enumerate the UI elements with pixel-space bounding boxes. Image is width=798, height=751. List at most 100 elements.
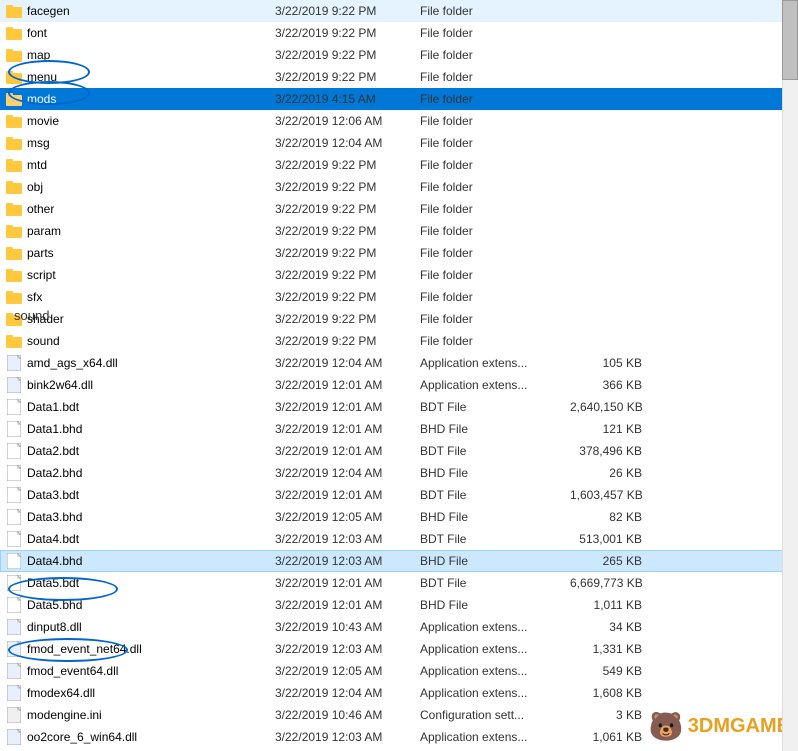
file-size: 366 KB: [570, 378, 650, 392]
file-type: File folder: [420, 202, 570, 216]
file-type: File folder: [420, 136, 570, 150]
file-icon: [5, 376, 23, 394]
file-date: 3/22/2019 10:46 AM: [275, 708, 420, 722]
file-name: sfx: [27, 290, 42, 304]
file-date: 3/22/2019 9:22 PM: [275, 48, 420, 62]
file-date: 3/22/2019 9:22 PM: [275, 290, 420, 304]
file-type: BDT File: [420, 576, 570, 590]
table-row[interactable]: Data1.bdt3/22/2019 12:01 AMBDT File2,640…: [0, 396, 798, 418]
table-row[interactable]: fmod_event_net64.dll3/22/2019 12:03 AMAp…: [0, 638, 798, 660]
folder-icon: [5, 90, 23, 108]
table-row[interactable]: sound3/22/2019 9:22 PMFile folder: [0, 330, 798, 352]
table-row[interactable]: Data4.bhd3/22/2019 12:03 AMBHD File265 K…: [0, 550, 798, 572]
table-row[interactable]: shader3/22/2019 9:22 PMFile folder: [0, 308, 798, 330]
file-date: 3/22/2019 12:01 AM: [275, 378, 420, 392]
file-name: Data1.bhd: [27, 422, 82, 436]
file-date: 3/22/2019 9:22 PM: [275, 26, 420, 40]
folder-icon: [5, 46, 23, 64]
table-row[interactable]: Data2.bdt3/22/2019 12:01 AMBDT File378,4…: [0, 440, 798, 462]
file-size: 265 KB: [570, 554, 650, 568]
file-size: 34 KB: [570, 620, 650, 634]
file-date: 3/22/2019 12:01 AM: [275, 488, 420, 502]
file-date: 3/22/2019 12:05 AM: [275, 664, 420, 678]
file-icon: [5, 596, 23, 614]
table-row[interactable]: Data2.bhd3/22/2019 12:04 AMBHD File26 KB: [0, 462, 798, 484]
file-type: File folder: [420, 290, 570, 304]
folder-icon: [5, 178, 23, 196]
table-row[interactable]: fmodex64.dll3/22/2019 12:04 AMApplicatio…: [0, 682, 798, 704]
file-date: 3/22/2019 4:15 AM: [275, 92, 420, 106]
file-icon: [5, 640, 23, 658]
table-row[interactable]: fmod_event64.dll3/22/2019 12:05 AMApplic…: [0, 660, 798, 682]
file-date: 3/22/2019 10:43 AM: [275, 620, 420, 634]
file-date: 3/22/2019 9:22 PM: [275, 180, 420, 194]
file-type: BHD File: [420, 422, 570, 436]
file-size: 105 KB: [570, 356, 650, 370]
file-type: File folder: [420, 26, 570, 40]
table-row[interactable]: Data5.bdt3/22/2019 12:01 AMBDT File6,669…: [0, 572, 798, 594]
table-row[interactable]: msg3/22/2019 12:04 AMFile folder: [0, 132, 798, 154]
file-type: Application extens...: [420, 730, 570, 744]
table-row[interactable]: Data3.bhd3/22/2019 12:05 AMBHD File82 KB: [0, 506, 798, 528]
folder-icon: [5, 2, 23, 20]
table-row[interactable]: param3/22/2019 9:22 PMFile folder: [0, 220, 798, 242]
file-icon: [5, 464, 23, 482]
file-type: Application extens...: [420, 686, 570, 700]
file-type: BHD File: [420, 598, 570, 612]
scrollbar[interactable]: [782, 0, 798, 751]
file-size: 513,001 KB: [570, 532, 650, 546]
table-row[interactable]: Data4.bdt3/22/2019 12:03 AMBDT File513,0…: [0, 528, 798, 550]
file-name: mods: [27, 92, 56, 106]
table-row[interactable]: mtd3/22/2019 9:22 PMFile folder: [0, 154, 798, 176]
file-icon: [5, 618, 23, 636]
folder-icon: [5, 310, 23, 328]
file-type: BDT File: [420, 400, 570, 414]
file-type: File folder: [420, 92, 570, 106]
table-row[interactable]: dinput8.dll3/22/2019 10:43 AMApplication…: [0, 616, 798, 638]
file-size: 1,608 KB: [570, 686, 650, 700]
table-row[interactable]: movie3/22/2019 12:06 AMFile folder: [0, 110, 798, 132]
file-date: 3/22/2019 9:22 PM: [275, 224, 420, 238]
table-row[interactable]: Data5.bhd3/22/2019 12:01 AMBHD File1,011…: [0, 594, 798, 616]
file-name: map: [27, 48, 50, 62]
folder-icon: [5, 288, 23, 306]
table-row[interactable]: script3/22/2019 9:22 PMFile folder: [0, 264, 798, 286]
table-row[interactable]: map3/22/2019 9:22 PMFile folder: [0, 44, 798, 66]
file-name: Data2.bdt: [27, 444, 79, 458]
file-date: 3/22/2019 9:22 PM: [275, 268, 420, 282]
folder-icon: [5, 112, 23, 130]
table-row[interactable]: oo2core_6_win64.dll3/22/2019 12:03 AMApp…: [0, 726, 798, 748]
table-row[interactable]: Data1.bhd3/22/2019 12:01 AMBHD File121 K…: [0, 418, 798, 440]
table-row[interactable]: modengine.ini3/22/2019 10:46 AMConfigura…: [0, 704, 798, 726]
table-row[interactable]: mods 3/22/2019 4:15 AMFile folder: [0, 88, 798, 110]
file-type: File folder: [420, 114, 570, 128]
table-row[interactable]: font3/22/2019 9:22 PMFile folder: [0, 22, 798, 44]
file-date: 3/22/2019 12:04 AM: [275, 136, 420, 150]
folder-icon: [5, 134, 23, 152]
file-date: 3/22/2019 12:05 AM: [275, 510, 420, 524]
folder-icon: [5, 222, 23, 240]
file-list[interactable]: facegen3/22/2019 9:22 PMFile folder font…: [0, 0, 798, 751]
scrollbar-thumb[interactable]: [782, 0, 798, 80]
table-row[interactable]: obj3/22/2019 9:22 PMFile folder: [0, 176, 798, 198]
table-row[interactable]: bink2w64.dll3/22/2019 12:01 AMApplicatio…: [0, 374, 798, 396]
file-icon: [5, 530, 23, 548]
file-date: 3/22/2019 12:01 AM: [275, 598, 420, 612]
file-size: 1,061 KB: [570, 730, 650, 744]
table-row[interactable]: menu3/22/2019 9:22 PMFile folder: [0, 66, 798, 88]
file-size: 549 KB: [570, 664, 650, 678]
table-row[interactable]: facegen3/22/2019 9:22 PMFile folder: [0, 0, 798, 22]
file-icon: [5, 420, 23, 438]
table-row[interactable]: amd_ags_x64.dll3/22/2019 12:04 AMApplica…: [0, 352, 798, 374]
folder-icon: [5, 332, 23, 350]
file-size: 82 KB: [570, 510, 650, 524]
table-row[interactable]: Data3.bdt3/22/2019 12:01 AMBDT File1,603…: [0, 484, 798, 506]
file-name: shader: [27, 312, 64, 326]
table-row[interactable]: parts3/22/2019 9:22 PMFile folder: [0, 242, 798, 264]
file-name: sound: [27, 334, 60, 348]
file-name: movie: [27, 114, 59, 128]
table-row[interactable]: sfx 3/22/2019 9:22 PMFile folder: [0, 286, 798, 308]
file-type: Application extens...: [420, 356, 570, 370]
table-row[interactable]: other3/22/2019 9:22 PMFile folder: [0, 198, 798, 220]
file-name: Data4.bdt: [27, 532, 79, 546]
